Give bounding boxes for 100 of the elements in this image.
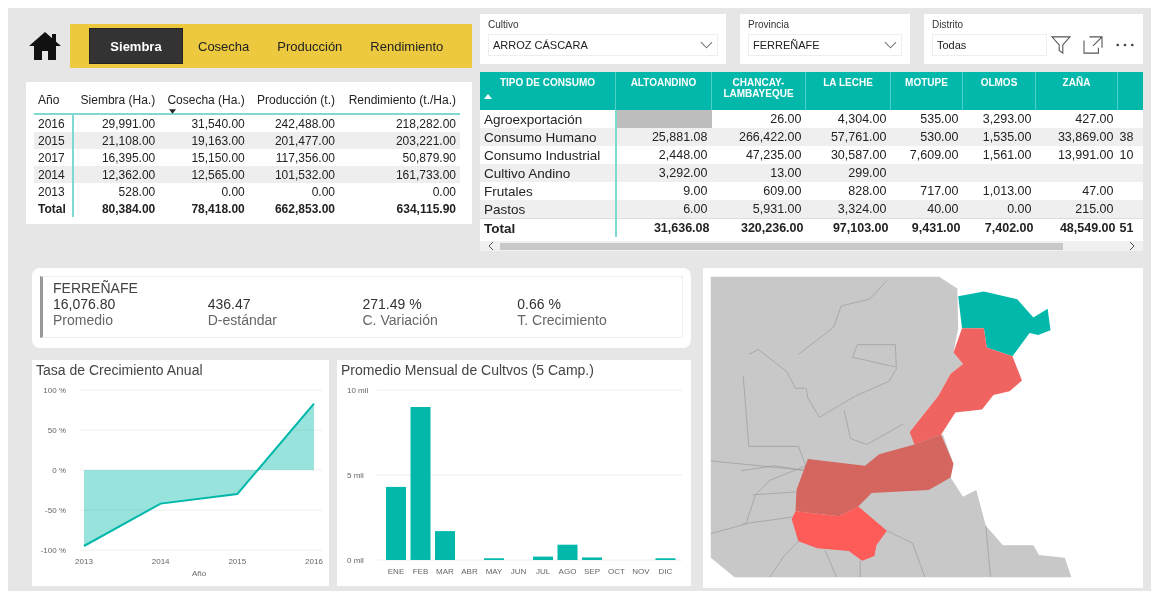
column-header[interactable]: Rendimiento (t./Ha.) [348, 93, 456, 107]
focus-mode-icon[interactable] [1083, 36, 1103, 54]
table-cell: 161,733.00 [395, 167, 456, 182]
column-header[interactable]: Cosecha (Ha.) [167, 93, 245, 107]
nav-tab[interactable]: Cosecha [186, 29, 262, 63]
table-cell: 2013 [38, 184, 65, 199]
table-cell: 33,869.00 [1057, 130, 1114, 144]
x-tick-label: DIC [658, 567, 673, 576]
total-cell: 80,384.00 [101, 201, 156, 216]
row-label: Frutales [484, 183, 533, 199]
table-cell: 1,535.00 [982, 130, 1032, 144]
column-header[interactable]: Siembra (Ha.) [80, 93, 156, 107]
kpi-value: 16,076.80 [53, 296, 117, 312]
x-tick-label: 2016 [305, 557, 323, 566]
table-cell: 2017 [38, 150, 65, 165]
bar[interactable] [533, 556, 553, 560]
slicer-label: Distrito [932, 19, 965, 30]
table-cell: 21,108.00 [101, 133, 156, 148]
x-tick-label: ABR [461, 567, 478, 576]
dropdown-field[interactable]: FERREÑAFE [748, 34, 902, 56]
table-cell: 215.00 [1075, 202, 1114, 216]
x-tick-label: JUL [535, 567, 551, 576]
home-icon[interactable] [28, 31, 62, 61]
table-cell: 29,991.00 [101, 116, 156, 131]
total-cell: 634,115.90 [396, 201, 456, 216]
chart-title: Tasa de Crecimiento Anual [35, 361, 204, 380]
table-cell: 3,324.00 [837, 202, 887, 216]
scroll-right-icon[interactable] [1129, 242, 1135, 250]
row-label: Pastos [484, 201, 526, 217]
table-cell: 13.00 [770, 166, 802, 180]
table-cell: 530.00 [920, 130, 959, 144]
table-cell: 7,609.00 [909, 148, 959, 162]
x-tick-label: FEB [412, 567, 429, 576]
total-cell: 662,853.00 [274, 201, 335, 216]
column-header[interactable]: Año [38, 93, 60, 107]
column-header[interactable]: Producción (t.) [256, 93, 335, 107]
bar[interactable] [386, 486, 406, 560]
total-cell: 9,431.00 [911, 221, 961, 235]
table-cell: 717.00 [920, 184, 959, 198]
nav-tab[interactable]: Producción [265, 29, 355, 63]
table-cell: 12,565.00 [191, 167, 245, 182]
total-cell: 320,236.00 [740, 221, 804, 235]
x-tick-label: ENE [387, 567, 405, 576]
y-tick-label: 5 mil [347, 471, 364, 480]
x-tick-label: OCT [608, 567, 625, 576]
map-drawing[interactable] [710, 276, 1072, 578]
kpi-label: T. Crecimiento [517, 312, 608, 328]
axis-title: Año [191, 569, 207, 578]
row-label: Cultivo Andino [484, 165, 571, 181]
area-series[interactable] [83, 402, 315, 547]
x-tick-label: 2015 [228, 557, 247, 566]
table-cell: 2016 [38, 116, 65, 131]
nav-tab[interactable]: Rendimiento [358, 29, 456, 63]
table-cell: 4,304.00 [837, 112, 887, 126]
x-tick-label: AGO [558, 567, 577, 576]
nav-tab[interactable]: Siembra [90, 29, 182, 63]
table-cell: 1,013.00 [982, 184, 1032, 198]
bar[interactable] [410, 407, 431, 560]
x-tick-label: 2013 [75, 557, 93, 566]
scroll-left-icon[interactable] [488, 242, 494, 250]
filter-icon[interactable] [1051, 36, 1071, 54]
table-cell: 57,761.00 [830, 130, 887, 144]
y-tick-label: 100 % [43, 386, 66, 395]
dropdown-field[interactable]: ARROZ CÁSCARA [488, 34, 718, 56]
bar[interactable] [435, 531, 455, 560]
bar[interactable] [582, 557, 602, 560]
table-cell: 12,362.00 [101, 167, 156, 182]
table-cell: 299.00 [848, 166, 887, 180]
bar[interactable] [557, 544, 578, 560]
table-cell: 3,293.00 [982, 112, 1032, 126]
kpi-label: C. Variación [362, 312, 439, 328]
horizontal-scrollbar[interactable] [480, 241, 1143, 251]
table-cell: 218,282.00 [395, 116, 456, 131]
table-cell: 5,931.00 [752, 202, 802, 216]
table-cell: 9.00 [683, 184, 708, 198]
y-tick-label: -100 % [40, 546, 66, 555]
x-tick-label: MAR [436, 567, 454, 576]
table-cell: 2,448.00 [658, 148, 708, 162]
total-cell: 7,402.00 [984, 221, 1034, 235]
y-tick-label: 50 % [47, 426, 66, 435]
row-label: Consumo Industrial [484, 147, 601, 163]
more-options-icon[interactable] [1115, 42, 1135, 48]
table-cell: 0.00 [311, 184, 335, 199]
total-label: Total [484, 220, 516, 236]
chart-title: Promedio Mensual de Cultvos (5 Camp.) [340, 361, 595, 380]
table-cell: 117,356.00 [275, 150, 335, 165]
kpi-value: 0.66 % [517, 296, 562, 312]
kpi-title: FERREÑAFE [53, 280, 139, 296]
kpi-label: D-estándar [207, 312, 278, 328]
slicer-label: Cultivo [488, 19, 520, 30]
x-tick-label: MAY [485, 567, 503, 576]
slicer-label: Provincia [748, 19, 791, 30]
table-cell: 26.00 [770, 112, 802, 126]
kpi-value: 271.49 % [362, 296, 423, 312]
table-cell: 828.00 [848, 184, 887, 198]
x-tick-label: SEP [584, 567, 600, 576]
x-tick-label: JUN [510, 567, 527, 576]
dropdown-field[interactable]: Todas [932, 34, 1047, 56]
table-cell: 50,879.90 [402, 150, 456, 165]
table-cell: 30,587.00 [830, 148, 887, 162]
